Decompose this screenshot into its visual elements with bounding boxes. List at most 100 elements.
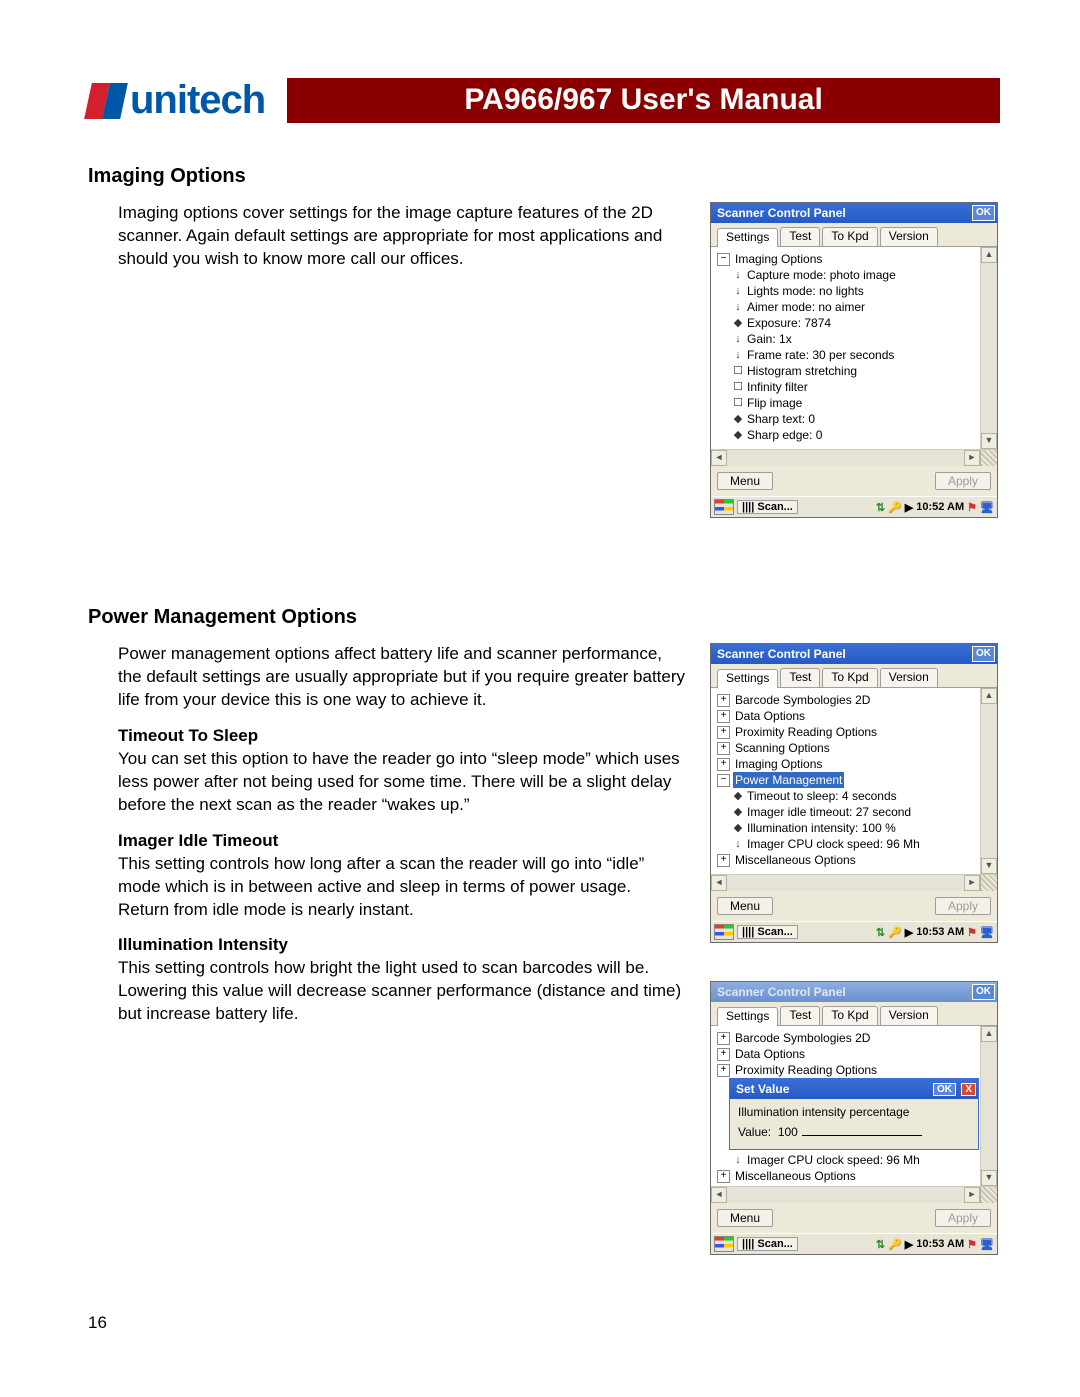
- set-value-close-button[interactable]: X: [961, 1083, 976, 1096]
- apply-button[interactable]: Apply: [935, 472, 991, 490]
- tree-node[interactable]: Imaging Options: [733, 756, 824, 772]
- tray-key-icon[interactable]: 🔑: [888, 501, 902, 514]
- tree-node[interactable]: Flip image: [745, 395, 804, 411]
- apply-button[interactable]: Apply: [935, 1209, 991, 1227]
- scroll-right-icon[interactable]: ►: [964, 875, 980, 891]
- tray-speaker-icon[interactable]: ▶: [905, 926, 913, 939]
- apply-button[interactable]: Apply: [935, 897, 991, 915]
- tray-desktop-icon[interactable]: 🖥: [980, 926, 994, 939]
- tray-flag-icon[interactable]: ⚑: [967, 1238, 977, 1251]
- tree-node[interactable]: Histogram stretching: [745, 363, 859, 379]
- set-value-tree[interactable]: +Barcode Symbologies 2D +Data Options +P…: [711, 1026, 980, 1186]
- tab-settings[interactable]: Settings: [717, 228, 778, 247]
- tray-desktop-icon[interactable]: 🖥: [980, 1238, 994, 1251]
- scroll-down-icon[interactable]: ▼: [981, 1170, 997, 1186]
- tray-clock[interactable]: 10:52 AM: [916, 501, 964, 513]
- tray-flag-icon[interactable]: ⚑: [967, 501, 977, 514]
- menu-button[interactable]: Menu: [717, 897, 773, 915]
- scroll-down-icon[interactable]: ▼: [981, 858, 997, 874]
- horizontal-scrollbar[interactable]: ◄ ►: [711, 874, 997, 891]
- tab-version[interactable]: Version: [880, 1006, 938, 1025]
- imaging-options-tree[interactable]: −Imaging Options ↓Capture mode: photo im…: [711, 247, 980, 449]
- tray-key-icon[interactable]: 🔑: [888, 926, 902, 939]
- set-value-ok-button[interactable]: OK: [933, 1083, 956, 1096]
- horizontal-scrollbar[interactable]: ◄ ►: [711, 1186, 997, 1203]
- tray-clock[interactable]: 10:53 AM: [916, 926, 964, 938]
- tray-speaker-icon[interactable]: ▶: [905, 1238, 913, 1251]
- menu-button[interactable]: Menu: [717, 472, 773, 490]
- tree-node[interactable]: Imager idle timeout: 27 second: [745, 804, 913, 820]
- tree-node-power-management[interactable]: Power Management: [733, 772, 844, 788]
- set-value-input[interactable]: 100: [774, 1125, 921, 1139]
- tray-network-icon[interactable]: ⇅: [876, 1238, 885, 1251]
- scroll-up-icon[interactable]: ▲: [981, 688, 997, 704]
- tree-node[interactable]: Illumination intensity: 100 %: [745, 820, 898, 836]
- vertical-scrollbar[interactable]: ▲ ▼: [980, 247, 997, 449]
- tree-node[interactable]: Miscellaneous Options: [733, 852, 858, 868]
- tree-node[interactable]: Data Options: [733, 1046, 807, 1062]
- tray-desktop-icon[interactable]: 🖥: [980, 501, 994, 514]
- scroll-right-icon[interactable]: ►: [964, 1187, 980, 1203]
- tab-test[interactable]: Test: [780, 668, 820, 687]
- windows-start-icon[interactable]: [714, 499, 734, 515]
- tray-network-icon[interactable]: ⇅: [876, 501, 885, 514]
- tree-node[interactable]: Barcode Symbologies 2D: [733, 692, 872, 708]
- vertical-scrollbar[interactable]: ▲ ▼: [980, 688, 997, 874]
- down-arrow-icon: ↓: [731, 299, 745, 315]
- scroll-right-icon[interactable]: ►: [964, 450, 980, 466]
- tree-node[interactable]: Infinity filter: [745, 379, 810, 395]
- tab-test[interactable]: Test: [780, 1006, 820, 1025]
- scroll-down-icon[interactable]: ▼: [981, 433, 997, 449]
- dialog-titlebar: Scanner Control Panel OK: [711, 982, 997, 1002]
- scroll-up-icon[interactable]: ▲: [981, 247, 997, 263]
- tree-node[interactable]: Imager CPU clock speed: 96 Mh: [745, 1152, 922, 1168]
- tree-node[interactable]: Data Options: [733, 708, 807, 724]
- scroll-left-icon[interactable]: ◄: [711, 450, 727, 466]
- tray-speaker-icon[interactable]: ▶: [905, 501, 913, 514]
- tree-node[interactable]: Imager CPU clock speed: 96 Mh: [745, 836, 922, 852]
- tree-node[interactable]: Capture mode: photo image: [745, 267, 898, 283]
- tab-settings[interactable]: Settings: [717, 669, 778, 688]
- tree-node[interactable]: Frame rate: 30 per seconds: [745, 347, 896, 363]
- tree-node[interactable]: Lights mode: no lights: [745, 283, 866, 299]
- tree-node[interactable]: Aimer mode: no aimer: [745, 299, 867, 315]
- power-management-tree[interactable]: +Barcode Symbologies 2D +Data Options +P…: [711, 688, 980, 874]
- tree-node[interactable]: Sharp edge: 0: [745, 427, 824, 443]
- scroll-up-icon[interactable]: ▲: [981, 1026, 997, 1042]
- windows-start-icon[interactable]: [714, 1236, 734, 1252]
- tab-to-kpd[interactable]: To Kpd: [822, 227, 877, 246]
- tree-node[interactable]: Scanning Options: [733, 740, 832, 756]
- windows-start-icon[interactable]: [714, 924, 734, 940]
- tree-node[interactable]: Sharp text: 0: [745, 411, 817, 427]
- imager-idle-timeout-heading: Imager Idle Timeout: [118, 831, 686, 851]
- tray-flag-icon[interactable]: ⚑: [967, 926, 977, 939]
- tree-node[interactable]: Timeout to sleep: 4 seconds: [745, 788, 899, 804]
- tree-node[interactable]: Proximity Reading Options: [733, 724, 879, 740]
- tree-node[interactable]: Miscellaneous Options: [733, 1168, 858, 1184]
- tab-version[interactable]: Version: [880, 668, 938, 687]
- vertical-scrollbar[interactable]: ▲ ▼: [980, 1026, 997, 1186]
- tray-network-icon[interactable]: ⇅: [876, 926, 885, 939]
- tab-version[interactable]: Version: [880, 227, 938, 246]
- tab-to-kpd[interactable]: To Kpd: [822, 668, 877, 687]
- dialog-ok-button[interactable]: OK: [972, 205, 995, 221]
- scroll-left-icon[interactable]: ◄: [711, 1187, 727, 1203]
- tab-settings[interactable]: Settings: [717, 1007, 778, 1026]
- horizontal-scrollbar[interactable]: ◄ ►: [711, 449, 997, 466]
- tray-clock[interactable]: 10:53 AM: [916, 1238, 964, 1250]
- dialog-ok-button[interactable]: OK: [972, 646, 995, 662]
- taskbar-scan-button[interactable]: |||| Scan...: [737, 925, 798, 939]
- taskbar-scan-button[interactable]: |||| Scan...: [737, 1237, 798, 1251]
- tree-node[interactable]: Barcode Symbologies 2D: [733, 1030, 872, 1046]
- tab-test[interactable]: Test: [780, 227, 820, 246]
- taskbar-scan-button[interactable]: |||| Scan...: [737, 500, 798, 514]
- tree-node[interactable]: Exposure: 7874: [745, 315, 833, 331]
- dialog-ok-button[interactable]: OK: [972, 984, 995, 1000]
- tree-node[interactable]: Proximity Reading Options: [733, 1062, 879, 1078]
- menu-button[interactable]: Menu: [717, 1209, 773, 1227]
- tree-node-imaging-options[interactable]: Imaging Options: [733, 251, 824, 267]
- tab-to-kpd[interactable]: To Kpd: [822, 1006, 877, 1025]
- tray-key-icon[interactable]: 🔑: [888, 1238, 902, 1251]
- scroll-left-icon[interactable]: ◄: [711, 875, 727, 891]
- tree-node[interactable]: Gain: 1x: [745, 331, 794, 347]
